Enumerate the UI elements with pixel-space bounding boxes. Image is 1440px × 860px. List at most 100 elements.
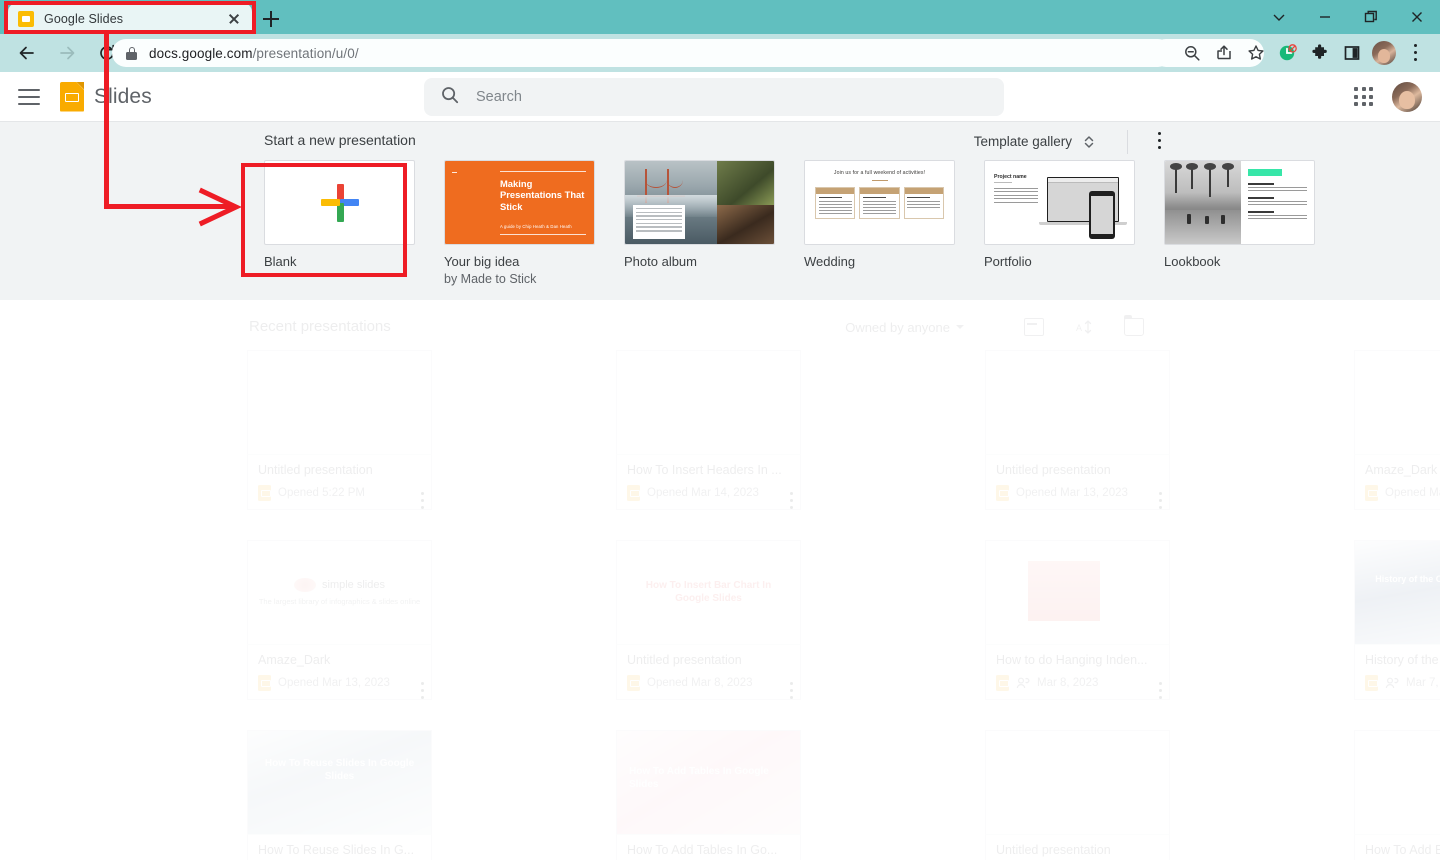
close-window-icon[interactable] (1394, 0, 1440, 34)
slides-file-icon (1365, 675, 1378, 691)
google-slides-logo-icon (60, 81, 84, 112)
presentation-title: How To Add Equations To... (1365, 843, 1440, 857)
presentation-title: Untitled presentation (996, 463, 1111, 477)
presentation-card[interactable]: Untitled presentation Opened Mar 13, 202… (985, 350, 1170, 510)
template-thumbnail[interactable] (264, 160, 415, 245)
presentation-thumbnail[interactable] (985, 540, 1170, 644)
template-thumbnail[interactable]: Join us for a full weekend of activities… (804, 160, 955, 245)
zoom-out-icon[interactable] (1176, 37, 1208, 69)
presentation-date: Mar 7, 2023 (1406, 677, 1440, 689)
owner-filter-dropdown[interactable]: Owned by anyone (845, 320, 950, 335)
presentation-date: Opened Mar 13, 2023 (1016, 487, 1128, 499)
slides-file-icon (258, 485, 271, 501)
presentation-thumbnail[interactable]: How To Reuse Slides In Google Slides (247, 730, 432, 834)
presentation-card[interactable]: simple slides The largest library of inf… (247, 540, 432, 700)
presentation-title: How To Reuse Slides In G... (258, 843, 415, 857)
presentation-card[interactable]: How To Add Tables In Google Slides How T… (616, 730, 801, 860)
presentation-date: Opened Mar 13, 2023 (1385, 487, 1440, 499)
band-header: Start a new presentation Template galler… (264, 122, 1200, 162)
presentation-date: Opened Mar 14, 2023 (647, 487, 759, 499)
presentation-date: Opened Mar 8, 2023 (647, 677, 753, 689)
back-arrow-icon[interactable] (10, 36, 44, 70)
chevron-down-icon[interactable] (1256, 0, 1302, 34)
search-placeholder: Search (476, 89, 522, 105)
template-card-your-big-idea[interactable]: Making Presentations That Stick A guide … (444, 160, 595, 287)
presentation-thumbnail[interactable] (616, 350, 801, 454)
close-icon[interactable] (226, 11, 242, 27)
template-card-photo-album[interactable]: Photo album (624, 160, 775, 287)
template-card-portfolio[interactable]: Project name Portfolio (984, 160, 1135, 287)
presentation-thumbnail[interactable] (985, 730, 1170, 834)
template-slide-title: Project name (994, 174, 1027, 180)
slides-file-icon (627, 485, 640, 501)
new-tab-button[interactable] (258, 6, 284, 32)
presentation-date: Mar 8, 2023 (1037, 677, 1099, 689)
slide-title-text: History of the Creative Commons (1375, 574, 1440, 584)
start-new-presentation-band: Start a new presentation Template galler… (0, 122, 1440, 300)
presentation-title: Amaze_Dark (258, 653, 331, 667)
chevron-updown-icon[interactable] (1082, 133, 1096, 156)
template-card-wedding[interactable]: Join us for a full weekend of activities… (804, 160, 955, 287)
template-name: Wedding (804, 254, 856, 269)
folder-icon[interactable] (1124, 315, 1144, 336)
search-input[interactable]: Search (424, 78, 1004, 116)
restore-icon[interactable] (1348, 0, 1394, 34)
screenshot-root: Google Slides docs.google.com/presentati… (0, 0, 1440, 860)
sort-az-icon[interactable]: A (1074, 318, 1094, 336)
account-avatar[interactable] (1392, 82, 1422, 112)
address-bar-url: docs.google.com/presentation/u/0/ (149, 45, 359, 61)
presentation-thumbnail[interactable]: How To Add Tables In Google Slides (616, 730, 801, 834)
app-brand-title: Slides (94, 84, 152, 108)
slides-favicon-icon (18, 10, 34, 27)
template-list: Blank Making Presentations That Stick A … (264, 160, 1315, 287)
share-icon[interactable] (1208, 37, 1240, 69)
recent-presentations-grid: Untitled presentation Opened 5:22 PM How… (247, 350, 1440, 860)
minimize-icon[interactable] (1302, 0, 1348, 34)
template-gallery-link[interactable]: Template gallery (974, 134, 1072, 149)
browser-tab[interactable]: Google Slides (8, 3, 252, 34)
presentation-card[interactable]: Untitled presentation Opened Mar 6, 2023 (985, 730, 1170, 860)
presentation-thumbnail[interactable]: How To Insert Bar Chart In Google Slides (616, 540, 801, 644)
presentation-thumbnail[interactable] (1354, 350, 1440, 454)
side-panel-icon[interactable] (1336, 37, 1368, 69)
chrome-menu-icon[interactable] (1400, 37, 1432, 69)
presentation-card[interactable]: How To Insert Headers In ... Opened Mar … (616, 350, 801, 510)
presentation-thumbnail[interactable] (1354, 730, 1440, 834)
template-slide-title: Join us for a full weekend of activities… (833, 170, 926, 176)
window-controls (1256, 0, 1440, 34)
profile-avatar[interactable] (1368, 37, 1400, 69)
chevron-down-icon[interactable] (956, 325, 964, 329)
presentation-card[interactable]: How To Add Equations To... Mar 2, 2023 (1354, 730, 1440, 860)
hamburger-menu-icon[interactable] (18, 88, 40, 105)
google-apps-grid-icon[interactable] (1354, 87, 1374, 107)
presentation-card[interactable]: History of the Creative Commons History … (1354, 540, 1440, 700)
presentation-thumbnail[interactable] (247, 350, 432, 454)
presentation-card[interactable]: How to do Hanging Inden... Mar 8, 2023 (985, 540, 1170, 700)
presentation-card[interactable]: Untitled presentation Opened 5:22 PM (247, 350, 432, 510)
svg-text:A: A (1076, 323, 1082, 333)
presentation-thumbnail[interactable] (985, 350, 1170, 454)
recent-presentations-heading: Recent presentations (249, 318, 391, 335)
lock-icon (126, 46, 137, 60)
template-card-lookbook[interactable]: Lookbook (1164, 160, 1315, 287)
template-thumbnail[interactable]: Project name (984, 160, 1135, 245)
extension-adblock-icon[interactable] (1272, 37, 1304, 69)
presentation-thumbnail[interactable]: History of the Creative Commons (1354, 540, 1440, 644)
presentation-card[interactable]: How To Reuse Slides In Google Slides How… (247, 730, 432, 860)
search-icon (440, 85, 460, 110)
template-thumbnail[interactable] (624, 160, 775, 245)
presentation-title: Amaze_Dark (1365, 463, 1438, 477)
presentation-thumbnail[interactable]: simple slides The largest library of inf… (247, 540, 432, 644)
presentation-card[interactable]: Amaze_Dark Opened Mar 13, 2023 (1354, 350, 1440, 510)
shared-people-icon (1385, 676, 1399, 690)
presentation-card[interactable]: How To Insert Bar Chart In Google Slides… (616, 540, 801, 700)
browser-tab-strip: Google Slides (0, 0, 1440, 34)
template-thumbnail[interactable] (1164, 160, 1315, 245)
address-bar[interactable]: docs.google.com/presentation/u/0/ (112, 39, 1172, 67)
template-thumbnail[interactable]: Making Presentations That Stick A guide … (444, 160, 595, 245)
extensions-puzzle-icon[interactable] (1304, 37, 1336, 69)
bookmark-star-icon[interactable] (1240, 37, 1272, 69)
sort-icon[interactable] (1024, 318, 1044, 336)
template-name: Portfolio (984, 254, 1032, 269)
template-card-blank[interactable]: Blank (264, 160, 415, 287)
